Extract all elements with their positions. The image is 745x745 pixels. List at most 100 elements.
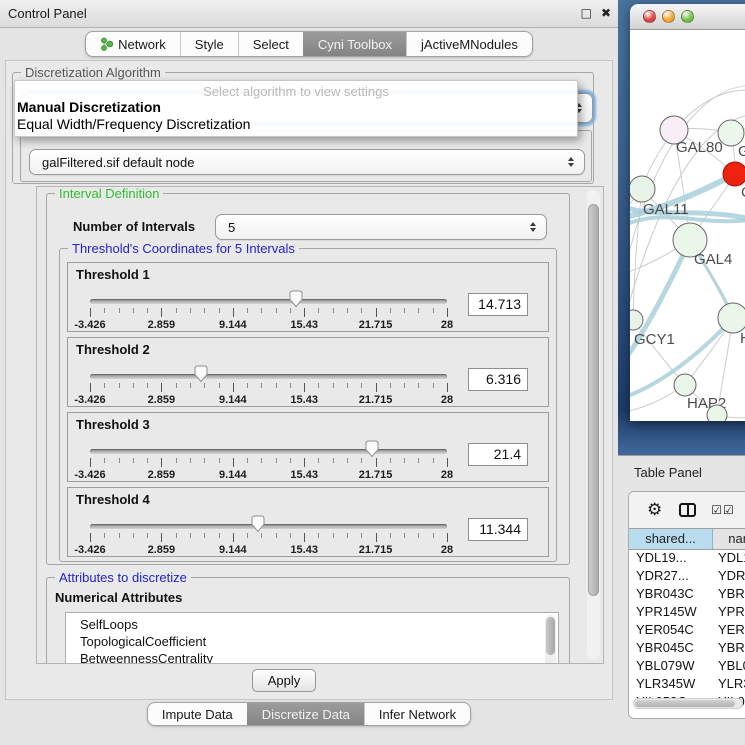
node-label: C (741, 184, 745, 201)
threshold-value-field[interactable]: 6.316 (468, 368, 528, 391)
table-column-header[interactable]: shared... (629, 529, 713, 549)
table-cell: YBL079W (629, 658, 713, 676)
slider-track[interactable] (90, 449, 447, 454)
threshold-slider[interactable]: -3.4262.8599.14415.4321.71528 (90, 514, 447, 556)
tab-cyni-toolbox[interactable]: Cyni Toolbox (303, 32, 406, 56)
table-cell: YBL0 (713, 658, 745, 676)
attribute-item[interactable]: BetweennessCentrality (80, 650, 558, 664)
network-desktop: GAL80GACGAL11GAL4GCY1HHAP2 (618, 0, 745, 455)
threshold-slider[interactable]: -3.4262.8599.14415.4321.71528 (90, 364, 447, 406)
table-hscrollbar[interactable] (633, 698, 743, 709)
slider-handle[interactable] (365, 440, 380, 461)
attribute-item[interactable]: SelfLoops (80, 616, 558, 633)
control-panel-titlebar: Control Panel □ ✖ (0, 0, 618, 28)
settings-scrollpane: Interval Definition Number of Intervals … (36, 186, 604, 664)
group-title: Discretization Algorithm (21, 65, 165, 80)
slider-ticks (90, 308, 447, 318)
table-cell: YBR043C (629, 586, 713, 604)
threshold-value-field[interactable]: 14.713 (468, 293, 528, 316)
slider-handle[interactable] (193, 365, 208, 386)
table-row[interactable]: YDL19... YDL1 (629, 550, 745, 568)
network-edge (633, 320, 685, 385)
algorithm-option[interactable]: Manual Discretization (15, 99, 577, 116)
table-data-combobox[interactable]: galFiltered.sif default node (29, 149, 585, 175)
select-columns-icon[interactable]: ☑☑ (711, 503, 735, 517)
spinner-stepper-icon[interactable] (530, 222, 536, 232)
slider-handle[interactable] (289, 290, 304, 311)
network-node-H[interactable] (718, 303, 745, 333)
threshold-slider[interactable]: -3.4262.8599.14415.4321.71528 (90, 289, 447, 331)
tab-style[interactable]: Style (180, 32, 238, 56)
slider-track[interactable] (90, 299, 447, 304)
settings-gear-icon[interactable]: ⚙ (647, 502, 662, 519)
slider-track[interactable] (90, 524, 447, 529)
table-row[interactable]: YBR045C YBR0 (629, 640, 745, 658)
dropdown-prompt: Select algorithm to view settings (15, 84, 577, 99)
algorithm-option[interactable]: Equal Width/Frequency Discretization (15, 116, 577, 133)
tab-label: Select (253, 37, 289, 52)
table-column-header[interactable]: name (713, 529, 745, 549)
network-node-HAP2[interactable] (674, 374, 696, 396)
tab-jactivemnodules[interactable]: jActiveMNodules (406, 32, 532, 56)
node-label: GAL11 (643, 201, 689, 218)
table-browser: ⚙ ☑☑ shared...name YDL19... YDL1 YDR27..… (628, 491, 745, 719)
tab-impute-data[interactable]: Impute Data (148, 703, 247, 725)
network-node-GAL11[interactable] (630, 176, 655, 202)
table-cell: YDR27... (629, 568, 713, 586)
combobox-stepper-icon[interactable] (568, 157, 574, 167)
table-cell: YLR345W (629, 676, 713, 694)
list-scrollbar[interactable] (545, 615, 556, 664)
tab-network[interactable]: Network (86, 32, 180, 56)
threshold-panel: Threshold 1 -3.4262.8599.14415.4321.7152… (67, 262, 549, 332)
network-view-window[interactable]: GAL80GACGAL11GAL4GCY1HHAP2 (630, 4, 745, 421)
thresholds-group: Threshold's Coordinates for 5 Intervals … (59, 248, 557, 562)
zoom-light[interactable] (681, 10, 694, 23)
scrollbar-thumb[interactable] (588, 204, 599, 596)
settings-scrollbar[interactable] (587, 190, 600, 660)
threshold-panel: Threshold 2 -3.4262.8599.14415.4321.7152… (67, 337, 549, 407)
interval-definition-group: Interval Definition Number of Intervals … (46, 193, 570, 565)
close-light[interactable] (643, 10, 656, 23)
numerical-attributes-list[interactable]: SelfLoopsTopologicalCoefficientBetweenne… (65, 612, 559, 664)
node-label: H (740, 330, 745, 347)
table-cell: YER054C (629, 622, 713, 640)
intervals-spinner[interactable]: 5 (215, 214, 547, 240)
table-row[interactable]: YLR345W YLR3 (629, 676, 745, 694)
group-title: Threshold's Coordinates for 5 Intervals (68, 241, 299, 256)
dropdown-options: Manual DiscretizationEqual Width/Frequen… (15, 99, 577, 133)
network-window-titlebar[interactable] (630, 4, 745, 30)
network-node-GCY1[interactable] (630, 310, 643, 330)
scrollbar-thumb[interactable] (635, 700, 735, 707)
float-window-icon[interactable]: □ (581, 6, 592, 20)
tab-discretize-data[interactable]: Discretize Data (247, 703, 364, 725)
network-canvas[interactable]: GAL80GACGAL11GAL4GCY1HHAP2 (630, 30, 745, 421)
node-label: GCY1 (634, 331, 675, 348)
table-row[interactable]: YPR145W YPR1 (629, 604, 745, 622)
table-row[interactable]: YBR043C YBR0 (629, 586, 745, 604)
slider-track[interactable] (90, 374, 447, 379)
threshold-slider[interactable]: -3.4262.8599.14415.4321.71528 (90, 439, 447, 481)
slider-tick-labels: -3.4262.8599.14415.4321.71528 (90, 394, 447, 406)
scrollbar-thumb[interactable] (546, 617, 555, 655)
tab-select[interactable]: Select (238, 32, 303, 56)
table-row[interactable]: YBL079W YBL0 (629, 658, 745, 676)
threshold-value-field[interactable]: 21.4 (468, 443, 528, 466)
screenshot-root: Control Panel □ ✖ Network Style Select C… (0, 0, 745, 745)
minimize-light[interactable] (662, 10, 675, 23)
network-node[interactable] (707, 405, 727, 421)
tab-label: jActiveMNodules (421, 37, 518, 52)
apply-button[interactable]: Apply (252, 669, 316, 692)
network-node-C[interactable] (723, 162, 745, 186)
table-row[interactable]: YDR27... YDR2 (629, 568, 745, 586)
table-row[interactable]: YER054C YER0 (629, 622, 745, 640)
table-cell: YDR2 (713, 568, 745, 586)
close-icon[interactable]: ✖ (601, 6, 611, 20)
threshold-value-field[interactable]: 11.344 (468, 518, 528, 541)
table-data-value: galFiltered.sif default node (42, 155, 194, 170)
attribute-item[interactable]: TopologicalCoefficient (80, 633, 558, 650)
table-panel: Table Panel ⚙ ☑☑ shared...name YDL19... … (618, 455, 745, 745)
slider-handle[interactable] (250, 515, 265, 536)
slider-ticks (90, 458, 447, 468)
tab-infer-network[interactable]: Infer Network (364, 703, 470, 725)
split-view-icon[interactable] (679, 503, 696, 517)
